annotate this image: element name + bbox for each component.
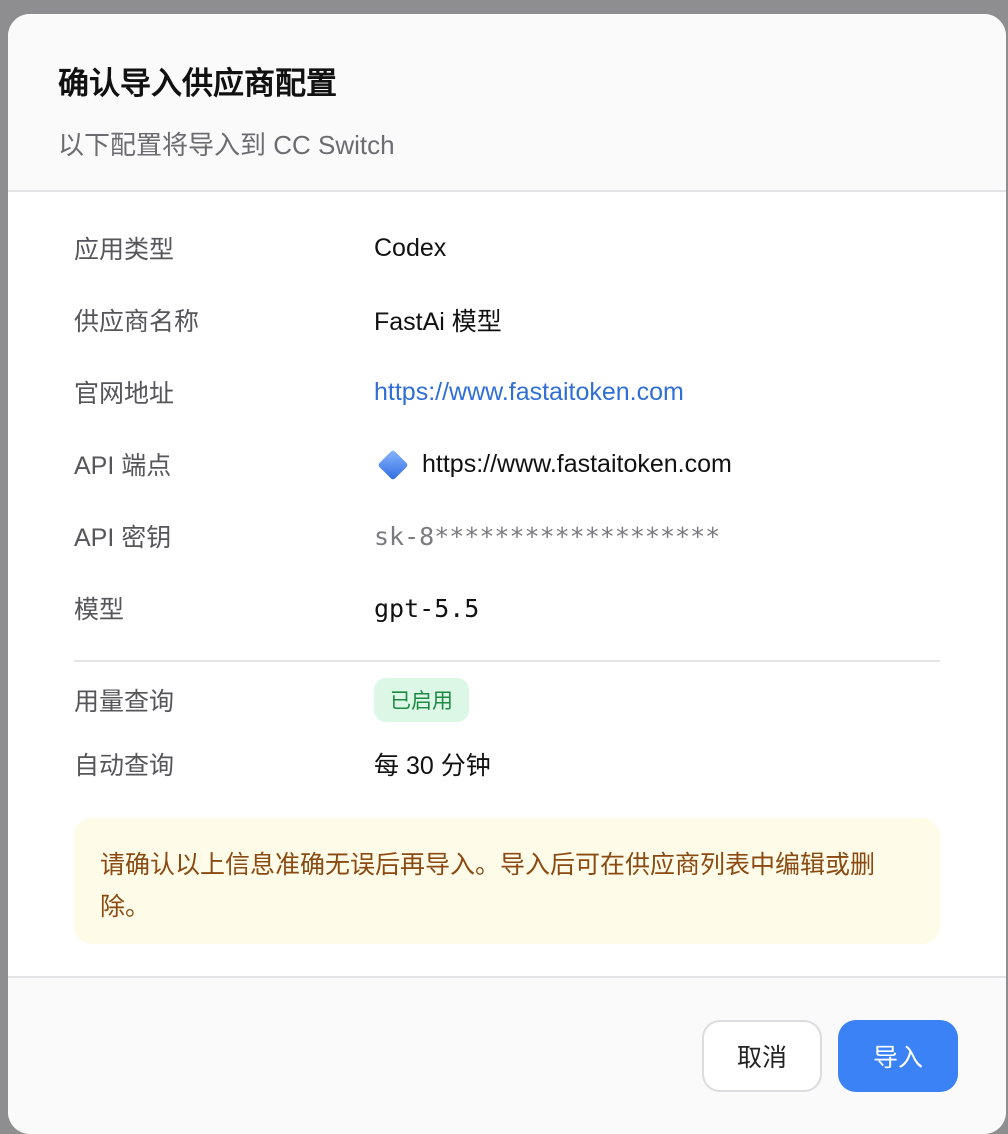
provider-name-value: FastAi 模型 [374,308,502,336]
field-app-type: 应用类型 Codex [74,228,940,268]
app-type-value: Codex [374,233,447,262]
import-button[interactable]: 导入 [838,1020,958,1092]
field-usage-query: 用量查询 已启用 [74,678,940,722]
model-value: gpt-5.5 [374,593,480,623]
api-key-value: sk-8******************* [374,521,721,551]
dialog-body: 应用类型 Codex 供应商名称 FastAi 模型 官网地址 https://… [8,192,1006,978]
auto-query-label: 自动查询 [74,752,175,780]
field-provider-name: 供应商名称 FastAi 模型 [74,300,940,340]
field-endpoint: API 端点 https://www.fastaitoken.com [74,444,940,484]
endpoint-value: https://www.fastaitoken.com [422,449,732,478]
auto-query-value: 每 30 分钟 [374,752,491,780]
provider-name-label: 供应商名称 [74,308,200,336]
model-label: 模型 [74,596,125,624]
cancel-button[interactable]: 取消 [702,1020,822,1092]
warning-notice: 请确认以上信息准确无误后再导入。导入后可在供应商列表中编辑或删除。 [74,818,940,944]
website-label: 官网地址 [74,380,175,408]
blue-diamond-icon [377,449,409,481]
website-link[interactable]: https://www.fastaitoken.com [374,378,684,407]
usage-query-label: 用量查询 [74,688,175,716]
endpoint-label: API 端点 [74,452,172,480]
dialog-subtitle: 以下配置将导入到 CC Switch [58,130,395,160]
dialog-title: 确认导入供应商配置 [58,66,337,101]
import-provider-dialog: 确认导入供应商配置 以下配置将导入到 CC Switch 应用类型 Codex … [8,14,1006,1134]
field-model: 模型 gpt-5.5 [74,588,940,628]
api-key-label: API 密钥 [74,524,172,552]
section-divider [74,660,940,662]
app-type-label: 应用类型 [74,236,175,264]
dialog-header: 确认导入供应商配置 以下配置将导入到 CC Switch [8,14,1006,192]
endpoint-value-wrap: https://www.fastaitoken.com [374,449,732,481]
field-website: 官网地址 https://www.fastaitoken.com [74,372,940,412]
dialog-footer: 取消 导入 [8,976,1006,1134]
status-badge: 已启用 [374,678,469,722]
field-auto-query: 自动查询 每 30 分钟 [74,744,940,784]
field-api-key: API 密钥 sk-8******************* [74,516,940,556]
